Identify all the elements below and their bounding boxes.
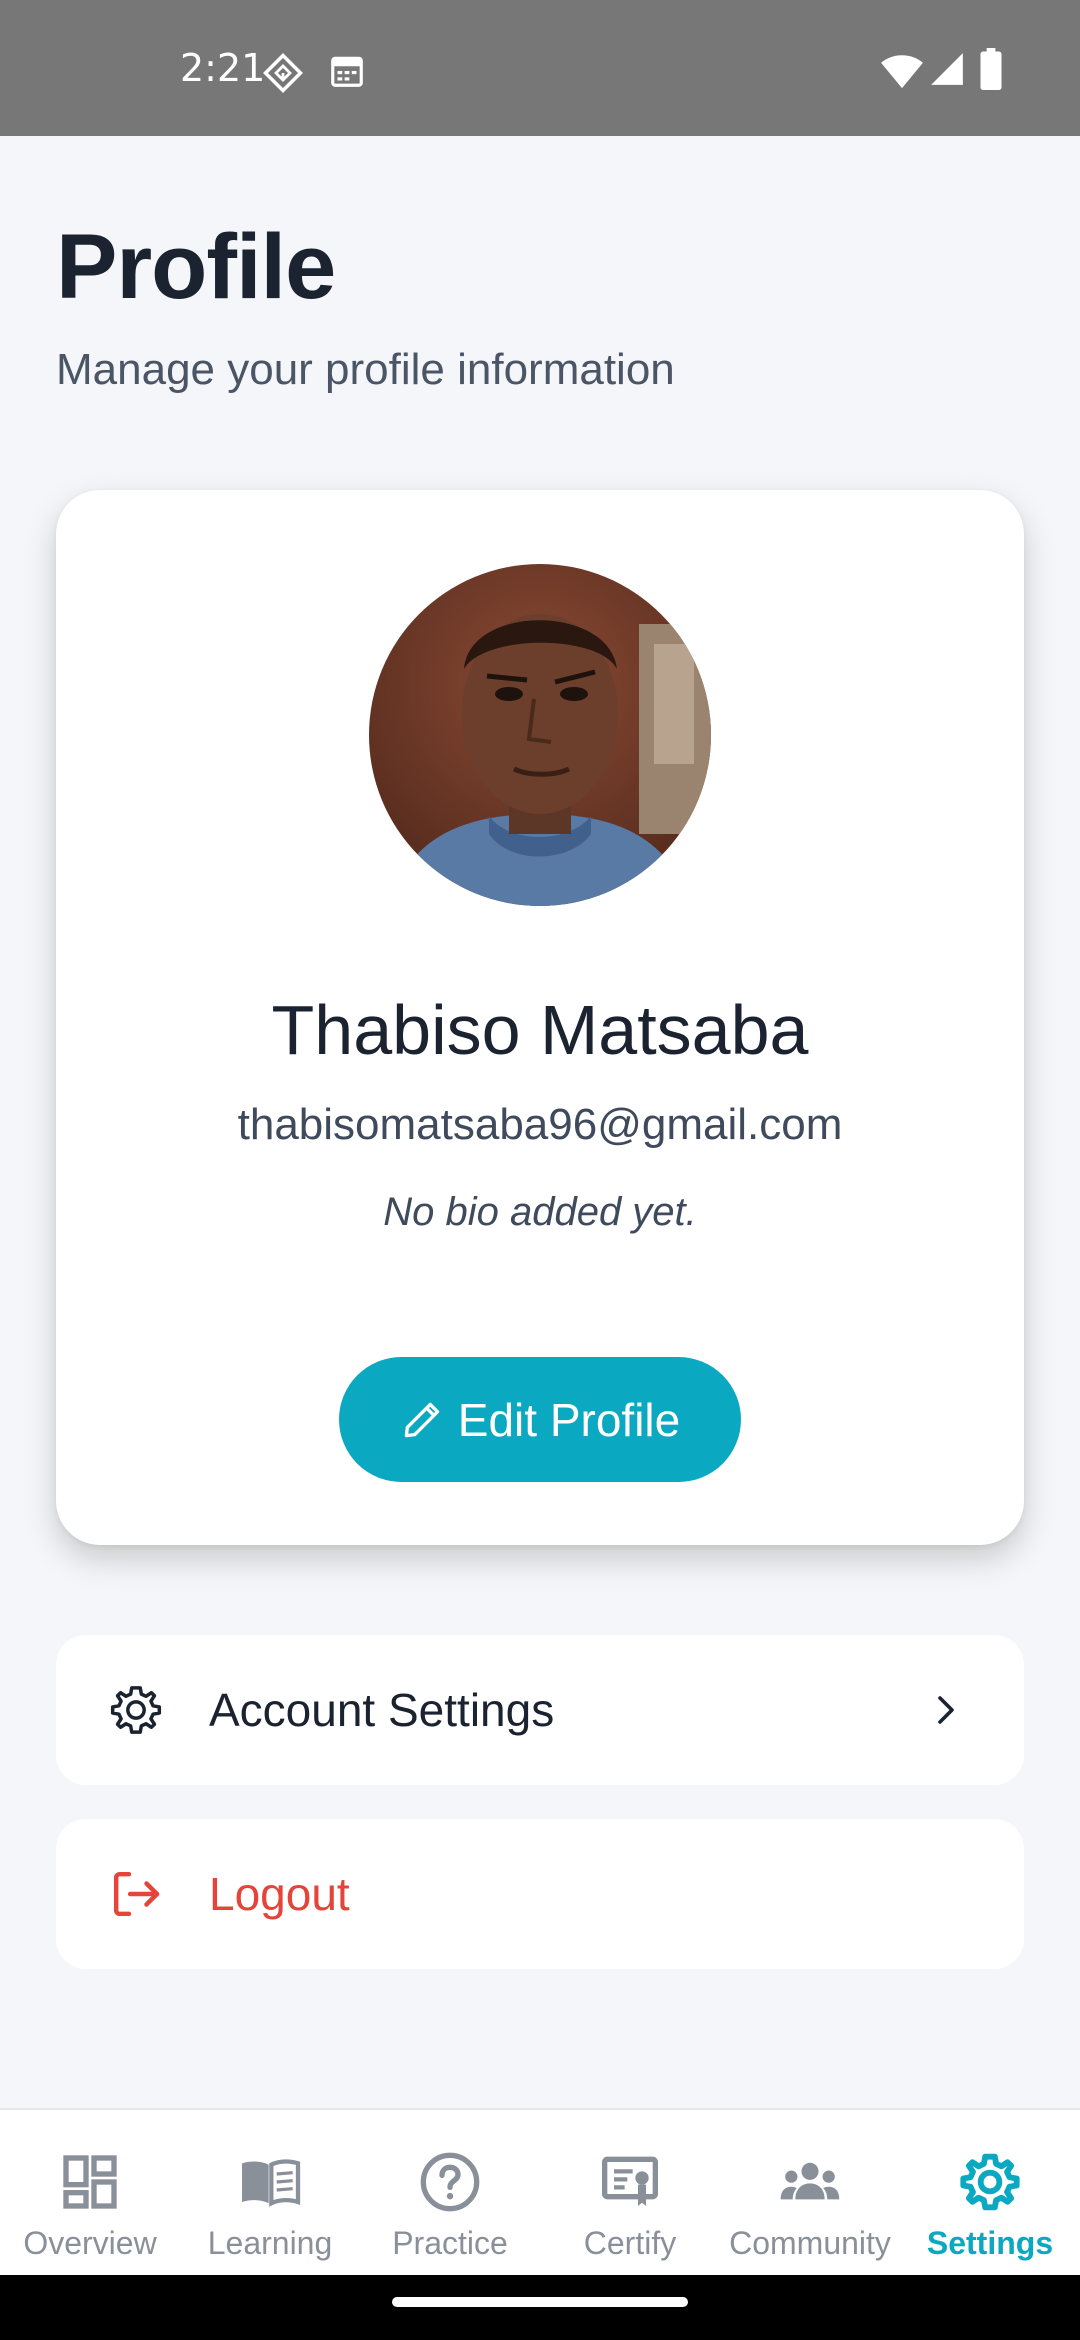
home-gesture-handle[interactable] xyxy=(392,2297,688,2307)
location-icon xyxy=(263,53,303,93)
nav-label-overview: Overview xyxy=(23,2225,157,2261)
nav-item-overview[interactable]: Overview xyxy=(0,2110,180,2277)
certificate-icon xyxy=(602,2156,658,2206)
nav-item-practice[interactable]: Practice xyxy=(360,2110,540,2277)
nav-label-learning: Learning xyxy=(207,2225,333,2261)
page-subtitle: Manage your profile information xyxy=(56,345,675,394)
logout-label: Logout xyxy=(209,1868,350,1920)
nav-item-certify[interactable]: Certify xyxy=(540,2110,720,2277)
nav-label-settings: Settings xyxy=(926,2225,1054,2261)
user-bio: No bio added yet. xyxy=(383,1190,697,1234)
bottom-nav: Overview Learning Practice Certify Commu… xyxy=(0,2108,1080,2275)
group-icon xyxy=(780,2162,840,2200)
user-name: Thabiso Matsaba xyxy=(271,991,809,1069)
gesture-bar xyxy=(0,2275,1080,2340)
chevron-right-icon xyxy=(938,1696,954,1724)
status-bar: 2:21 xyxy=(0,0,1080,136)
gear-icon xyxy=(110,1686,162,1734)
account-settings-label: Account Settings xyxy=(209,1684,555,1736)
nav-label-community: Community xyxy=(729,2225,891,2261)
logout-icon xyxy=(113,1871,160,1917)
status-time: 2:21 xyxy=(180,46,266,90)
nav-label-certify: Certify xyxy=(583,2225,677,2261)
overview-icon xyxy=(63,2155,117,2209)
avatar[interactable] xyxy=(369,564,711,906)
nav-item-learning[interactable]: Learning xyxy=(180,2110,360,2277)
calendar-icon xyxy=(331,56,363,87)
nav-label-practice: Practice xyxy=(392,2225,508,2261)
edit-profile-button[interactable]: Edit Profile xyxy=(339,1357,741,1482)
wifi-icon xyxy=(881,55,923,89)
book-icon xyxy=(242,2159,301,2207)
nav-item-community[interactable]: Community xyxy=(720,2110,900,2277)
edit-profile-label: Edit Profile xyxy=(457,1393,681,1446)
signal-icon xyxy=(931,53,963,85)
nav-item-settings[interactable]: Settings xyxy=(900,2110,1080,2277)
logout-item[interactable]: Logout xyxy=(56,1819,1024,1969)
gear-icon xyxy=(960,2153,1020,2211)
profile-card: Thabiso Matsaba thabisomatsaba96@gmail.c… xyxy=(56,490,1024,1545)
help-circle-icon xyxy=(420,2152,480,2212)
battery-icon xyxy=(980,48,1002,90)
page-title: Profile xyxy=(56,216,336,318)
account-settings-item[interactable]: Account Settings xyxy=(56,1635,1024,1785)
pencil-icon xyxy=(404,1402,440,1437)
user-email: thabisomatsaba96@gmail.com xyxy=(237,1100,843,1149)
